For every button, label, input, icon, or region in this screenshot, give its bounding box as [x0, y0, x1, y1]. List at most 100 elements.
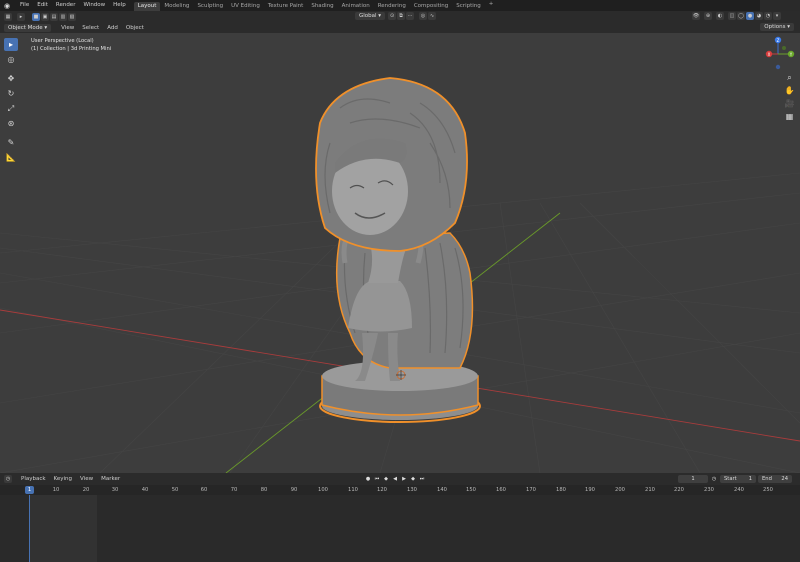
scale-tool-icon[interactable]: ⤢: [4, 102, 18, 115]
rotate-tool-icon[interactable]: ↻: [4, 87, 18, 100]
tab-shading[interactable]: Shading: [307, 2, 337, 11]
menu-edit[interactable]: Edit: [33, 0, 52, 11]
overlay-toggle-icon[interactable]: ◐: [716, 12, 724, 20]
proportional-falloff-icon[interactable]: ∿: [428, 12, 437, 20]
gizmo-toggle-icon[interactable]: ⊕: [704, 12, 712, 20]
axis-gizmo[interactable]: Z Y X: [756, 34, 800, 74]
3d-viewport[interactable]: User Perspective (Local) (1) Collection …: [0, 33, 800, 473]
current-frame-field[interactable]: 1: [678, 475, 708, 483]
proportional-edit-icon[interactable]: ◎: [419, 12, 428, 20]
mode-label: Object Mode: [8, 24, 43, 31]
menu-select[interactable]: Select: [78, 25, 103, 31]
select-tool-icon[interactable]: ▸: [17, 12, 25, 21]
start-frame-field[interactable]: Start 1: [720, 475, 756, 483]
perspective-toggle-icon[interactable]: ▦: [784, 111, 795, 122]
ruler-tick: 250: [763, 487, 773, 493]
prev-key-icon[interactable]: ◆: [382, 475, 390, 483]
mode-difference-icon[interactable]: ▥: [59, 12, 67, 21]
gizmo-neg-z-icon[interactable]: [775, 64, 781, 70]
tab-modeling[interactable]: Modeling: [160, 2, 193, 11]
tab-sculpting[interactable]: Sculpting: [193, 2, 227, 11]
menu-window[interactable]: Window: [79, 0, 109, 11]
tab-texture-paint[interactable]: Texture Paint: [264, 2, 308, 11]
mode-subtract-icon[interactable]: ▤: [50, 12, 58, 21]
mode-new-icon[interactable]: ■: [32, 12, 40, 21]
record-icon[interactable]: ●: [364, 475, 372, 483]
ruler-tick: 70: [230, 487, 238, 493]
pivot-icon[interactable]: ⊙: [388, 12, 397, 20]
move-tool-icon[interactable]: ✥: [4, 72, 18, 85]
figurine-model[interactable]: [315, 77, 481, 423]
zoom-icon[interactable]: ⌕: [784, 72, 795, 83]
timeline-editor-type-icon[interactable]: ◷: [4, 475, 12, 483]
end-frame-field[interactable]: End 24: [758, 475, 792, 483]
next-key-icon[interactable]: ◆: [409, 475, 417, 483]
tab-layout[interactable]: Layout: [133, 1, 161, 11]
snap-target-icon[interactable]: ⋯: [406, 12, 415, 20]
shading-rendered-icon[interactable]: ◔: [764, 12, 772, 20]
shading-options-icon[interactable]: ▾: [773, 12, 781, 20]
ruler-tick: 50: [171, 487, 179, 493]
tab-compositing[interactable]: Compositing: [410, 2, 452, 11]
tab-animation[interactable]: Animation: [338, 2, 374, 11]
mode-extend-icon[interactable]: ▣: [41, 12, 49, 21]
clock-icon[interactable]: ◷: [710, 475, 718, 483]
menu-file[interactable]: File: [16, 0, 33, 11]
editor-type-icon[interactable]: ▦: [4, 12, 12, 21]
ruler-tick: 40: [141, 487, 149, 493]
select-box-tool-icon[interactable]: ▸: [4, 38, 18, 51]
timeline-body[interactable]: [0, 495, 800, 562]
viewport-info: User Perspective (Local) (1) Collection …: [31, 37, 111, 53]
jump-end-icon[interactable]: ⏭: [418, 475, 426, 483]
ruler-tick: 190: [585, 487, 595, 493]
viewport-menu-row: Object Mode ▾ View Select Add Object: [0, 22, 800, 33]
annotate-tool-icon[interactable]: ✎: [4, 136, 18, 149]
shading-wireframe-icon[interactable]: ◯: [737, 12, 745, 20]
menu-keying[interactable]: Keying: [50, 476, 76, 482]
gizmo-neg-y-icon[interactable]: [782, 46, 786, 50]
ruler-tick: 160: [496, 487, 506, 493]
add-workspace-button[interactable]: +: [485, 1, 498, 11]
start-label: Start: [724, 476, 737, 482]
view-name: User Perspective (Local): [31, 38, 94, 44]
options-label: Options: [764, 24, 786, 30]
xray-toggle-icon[interactable]: ◫: [728, 12, 736, 20]
options-dropdown[interactable]: Options ▾: [760, 23, 794, 31]
ruler-tick: 220: [674, 487, 684, 493]
tab-scripting[interactable]: Scripting: [452, 2, 484, 11]
menu-timeline-view[interactable]: View: [76, 476, 97, 482]
orientation-dropdown[interactable]: Global ▾: [355, 12, 386, 20]
measure-tool-icon[interactable]: 📐: [4, 151, 18, 164]
top-bar: ◉ File Edit Render Window Help Layout Mo…: [0, 0, 800, 11]
menu-marker[interactable]: Marker: [97, 476, 124, 482]
jump-start-icon[interactable]: ⏮: [373, 475, 381, 483]
menu-object[interactable]: Object: [122, 25, 148, 31]
orientation-label: Global: [359, 13, 377, 19]
transform-tool-icon[interactable]: ⊛: [4, 117, 18, 130]
shading-solid-icon[interactable]: ●: [746, 12, 754, 20]
camera-icon[interactable]: 🎥: [784, 98, 795, 109]
play-reverse-icon[interactable]: ◀: [391, 475, 399, 483]
mode-intersect-icon[interactable]: ▧: [68, 12, 76, 21]
menu-add[interactable]: Add: [103, 25, 122, 31]
pan-hand-icon[interactable]: ✋: [784, 85, 795, 96]
cursor-tool-icon[interactable]: ◎: [4, 53, 18, 66]
menu-view[interactable]: View: [57, 25, 78, 31]
ruler-current-frame[interactable]: 1: [25, 486, 34, 494]
tab-uv-editing[interactable]: UV Editing: [227, 2, 264, 11]
menu-help[interactable]: Help: [109, 0, 130, 11]
timeline-ruler[interactable]: 1 10 20 30 40 50 60 70 80 90 100 110 120…: [0, 485, 800, 495]
end-label: End: [762, 476, 772, 482]
ruler-tick: 60: [200, 487, 208, 493]
scene-selector[interactable]: [760, 0, 800, 11]
tab-rendering[interactable]: Rendering: [374, 2, 410, 11]
menu-playback[interactable]: Playback: [17, 476, 50, 482]
play-icon[interactable]: ▶: [400, 475, 408, 483]
shading-material-icon[interactable]: ◕: [755, 12, 763, 20]
snap-icon[interactable]: ⧉: [397, 12, 406, 20]
object-mode-dropdown[interactable]: Object Mode ▾: [4, 23, 52, 32]
visibility-icon[interactable]: 👁: [692, 12, 700, 20]
menu-render[interactable]: Render: [52, 0, 80, 11]
blender-logo-icon[interactable]: ◉: [3, 2, 11, 10]
playhead-line[interactable]: [29, 495, 30, 562]
